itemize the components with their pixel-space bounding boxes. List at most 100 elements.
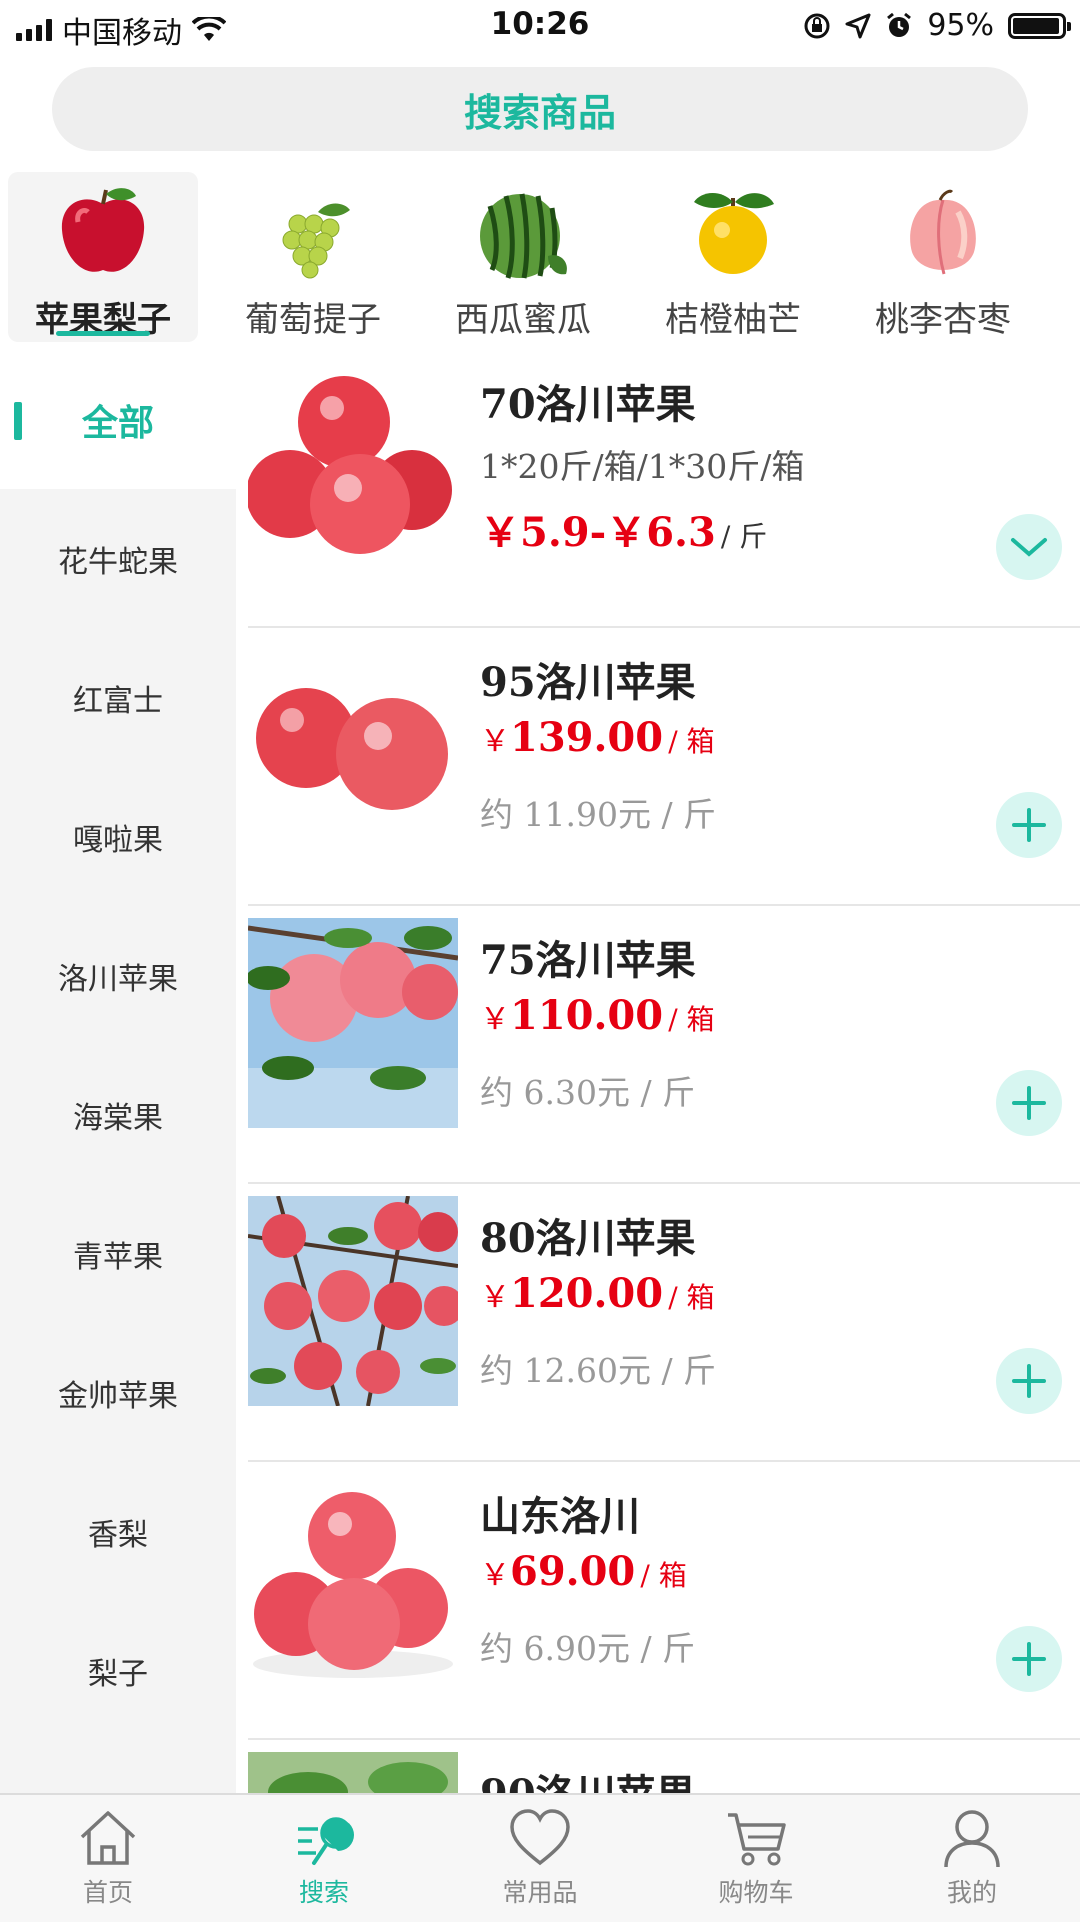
plus-icon	[1012, 1642, 1046, 1676]
tab-bar: 首页 搜索 常用品 购物车 我的	[0, 1793, 1080, 1922]
peach-icon	[910, 189, 976, 275]
sidebar-item-golden[interactable]: 金帅苹果	[0, 1323, 236, 1462]
currency-symbol: ￥	[480, 1558, 510, 1593]
sidebar-item-label: 嘎啦果	[73, 822, 163, 858]
home-icon	[80, 1811, 136, 1865]
product-item[interactable]: 90洛川苹果	[248, 1740, 1080, 1793]
tab-label: 搜索	[298, 1878, 349, 1907]
product-image	[248, 362, 458, 572]
sidebar-item-label: 洛川苹果	[58, 961, 178, 997]
sidebar-item-all[interactable]: 全部	[0, 350, 236, 489]
product-image	[248, 1196, 458, 1406]
tab-home[interactable]: 首页	[0, 1807, 216, 1909]
category-watermelon[interactable]: 西瓜蜜瓜	[428, 172, 618, 342]
approx-price: 约 6.90元 / 斤	[480, 1629, 696, 1668]
sidebar-item-label: 梨子	[88, 1656, 148, 1692]
currency-symbol: ￥	[480, 1280, 510, 1315]
tab-cart[interactable]: 购物车	[648, 1807, 864, 1909]
approx-price: 约 6.30元 / 斤	[480, 1073, 696, 1112]
sidebar-item-label: 全部	[81, 402, 154, 444]
price-value: 120.00	[510, 1270, 664, 1317]
plus-icon	[1012, 1086, 1046, 1120]
category-label: 西瓜蜜瓜	[455, 300, 591, 340]
category-grape[interactable]: 葡萄提子	[218, 172, 408, 342]
product-item[interactable]: 山东洛川 ￥69.00 / 箱 约 6.90元 / 斤	[248, 1462, 1080, 1740]
active-underline	[56, 331, 150, 336]
orange-icon	[694, 192, 774, 274]
product-item[interactable]: 80洛川苹果 ￥120.00 / 箱 约 12.60元 / 斤	[248, 1184, 1080, 1462]
user-icon	[944, 1810, 1000, 1868]
grape-icon	[282, 203, 350, 279]
price-value: 139.00	[510, 714, 664, 761]
price-value: 69.00	[510, 1548, 636, 1595]
approx-price: 约 12.60元 / 斤	[480, 1351, 717, 1390]
tab-favorites[interactable]: 常用品	[432, 1807, 648, 1909]
price-unit: / 箱	[668, 1281, 715, 1314]
add-to-cart-button[interactable]	[996, 1070, 1062, 1136]
product-name: 70洛川苹果	[480, 381, 696, 428]
tab-label: 我的	[946, 1878, 997, 1907]
category-orange[interactable]: 桔橙柚芒	[638, 172, 828, 342]
plus-icon	[1012, 1364, 1046, 1398]
sidebar-item-label: 金帅苹果	[58, 1378, 178, 1414]
search-label: 搜索商品	[463, 90, 616, 135]
tab-label: 购物车	[718, 1878, 794, 1907]
battery-percent: 95%	[927, 8, 994, 43]
product-item[interactable]: 70洛川苹果 1*20斤/箱/1*30斤/箱 ￥5.9-￥6.3 / 斤	[248, 350, 1080, 628]
add-to-cart-button[interactable]	[996, 1626, 1062, 1692]
currency-symbol: ￥	[480, 724, 510, 759]
sidebar-item-haitang[interactable]: 海棠果	[0, 1045, 236, 1184]
sidebar-item-label: 海棠果	[73, 1100, 163, 1136]
product-spec: 1*20斤/箱/1*30斤/箱	[480, 447, 805, 486]
sidebar-item-hongfushi[interactable]: 红富士	[0, 628, 236, 767]
sidebar-item-gala[interactable]: 嘎啦果	[0, 767, 236, 906]
price-value: 110.00	[510, 992, 664, 1039]
product-price: ￥139.00 / 箱	[480, 714, 715, 761]
category-strip: 苹果梨子 葡萄提子 西瓜蜜瓜 桔橙柚芒 桃李杏枣	[0, 168, 1080, 350]
sidebar-item-huaniu[interactable]: 花牛蛇果	[0, 489, 236, 628]
product-list: 70洛川苹果 1*20斤/箱/1*30斤/箱 ￥5.9-￥6.3 / 斤 95洛…	[236, 350, 1080, 1793]
apple-icon	[61, 188, 145, 272]
product-image	[248, 1474, 458, 1684]
category-label: 桃李杏枣	[875, 300, 1011, 340]
product-image	[248, 640, 458, 850]
product-price: ￥69.00 / 箱	[480, 1548, 687, 1595]
sidebar-item-green-apple[interactable]: 青苹果	[0, 1184, 236, 1323]
sidebar-item-pear[interactable]: 梨子	[0, 1601, 236, 1740]
sidebar-item-luochuan[interactable]: 洛川苹果	[0, 906, 236, 1045]
add-to-cart-button[interactable]	[996, 1348, 1062, 1414]
battery-icon	[1008, 12, 1071, 39]
product-name: 山东洛川	[480, 1493, 640, 1540]
price-unit: / 箱	[640, 1559, 687, 1592]
product-name: 95洛川苹果	[480, 659, 696, 706]
category-peach[interactable]: 桃李杏枣	[848, 172, 1038, 342]
expand-button[interactable]	[996, 514, 1062, 580]
cart-icon	[728, 1813, 786, 1866]
add-to-cart-button[interactable]	[996, 792, 1062, 858]
sidebar: 全部 花牛蛇果 红富士 嘎啦果 洛川苹果 海棠果 青苹果 金帅苹果 香梨 梨子	[0, 350, 236, 1793]
search-bar[interactable]: 搜索商品	[52, 67, 1028, 151]
product-image	[248, 1752, 458, 1793]
status-bar: 中国移动 10:26 95%	[0, 0, 1080, 54]
product-price: ￥120.00 / 箱	[480, 1270, 715, 1317]
product-item[interactable]: 95洛川苹果 ￥139.00 / 箱 约 11.90元 / 斤	[248, 628, 1080, 906]
product-item[interactable]: 75洛川苹果 ￥110.00 / 箱 约 6.30元 / 斤	[248, 906, 1080, 1184]
tab-search[interactable]: 搜索	[216, 1807, 432, 1909]
product-name: 90洛川苹果	[480, 1762, 696, 1793]
tab-profile[interactable]: 我的	[864, 1807, 1080, 1909]
sidebar-item-label: 青苹果	[73, 1239, 163, 1275]
product-name: 80洛川苹果	[480, 1215, 696, 1262]
product-name: 75洛川苹果	[480, 937, 696, 984]
sidebar-item-fragrant-pear[interactable]: 香梨	[0, 1462, 236, 1601]
rotation-lock-icon	[804, 13, 830, 38]
product-image	[248, 918, 458, 1128]
sidebar-item-label: 花牛蛇果	[58, 544, 178, 580]
product-price: ￥5.9-￥6.3 / 斤	[480, 500, 767, 558]
price-range: ￥5.9-￥6.3	[480, 509, 716, 556]
category-apple-pear[interactable]: 苹果梨子	[8, 172, 198, 342]
heart-icon	[510, 1809, 570, 1866]
sidebar-item-label: 香梨	[88, 1517, 148, 1553]
category-label: 桔橙柚芒	[665, 300, 801, 340]
price-unit: / 箱	[668, 725, 715, 758]
price-unit: / 斤	[720, 520, 768, 553]
